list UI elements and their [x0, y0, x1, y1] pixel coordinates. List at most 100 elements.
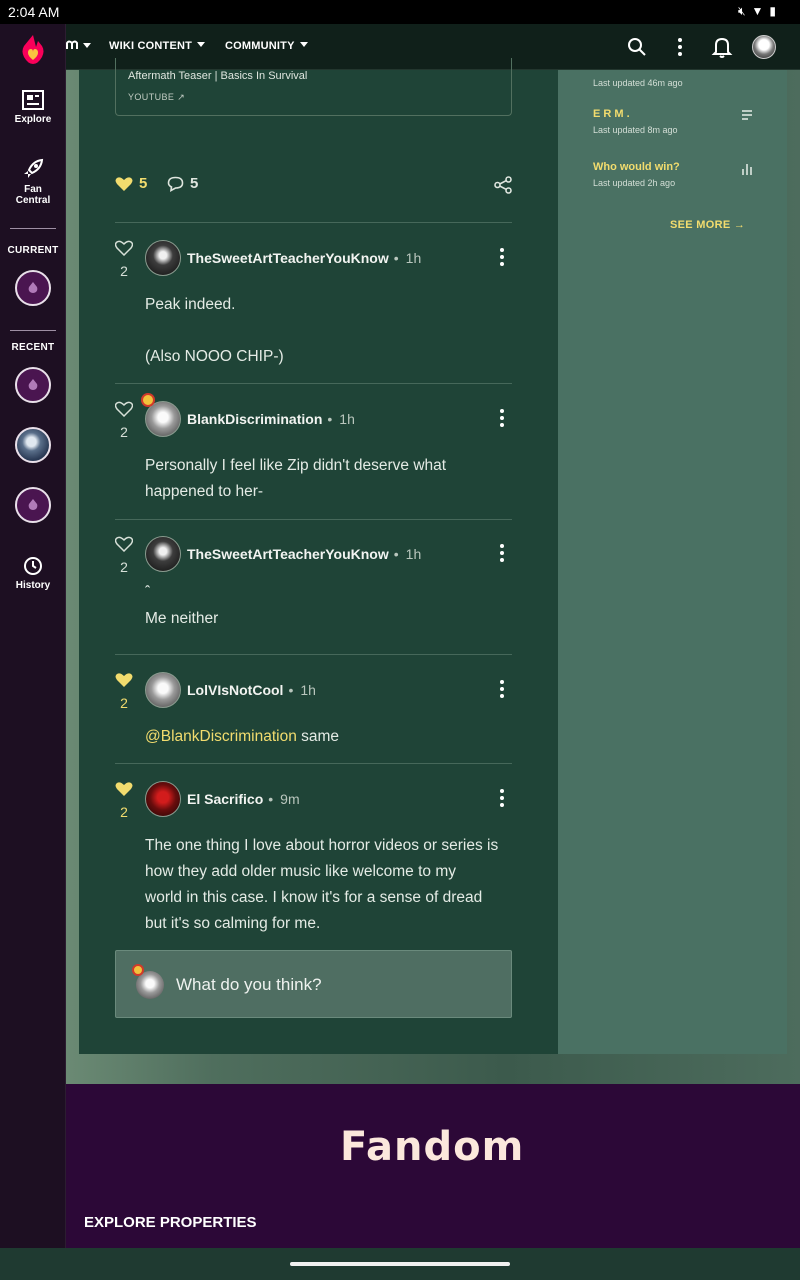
- commenter-name[interactable]: TheSweetArtTeacherYouKnow • 1h: [187, 546, 421, 562]
- comment-more-icon[interactable]: [500, 544, 504, 562]
- system-nav-bar: [0, 1248, 800, 1280]
- embed-title: Aftermath Teaser | Basics In Survival: [128, 70, 308, 82]
- explore-nav-item[interactable]: Explore: [0, 90, 66, 125]
- comment-like[interactable]: 2: [114, 401, 134, 440]
- comment-time: 1h: [300, 682, 316, 698]
- commenter-avatar[interactable]: [145, 240, 181, 276]
- comment-input-placeholder[interactable]: What do you think?: [176, 975, 322, 995]
- commenter-username[interactable]: BlankDiscrimination: [187, 411, 322, 427]
- commenter-name[interactable]: TheSweetArtTeacherYouKnow • 1h: [187, 250, 421, 266]
- commenter-avatar[interactable]: [145, 536, 181, 572]
- embed-source[interactable]: YOUTUBE ↗: [128, 92, 185, 103]
- history-nav-item[interactable]: History: [0, 556, 66, 591]
- heart-outline-icon: [114, 536, 134, 553]
- commenter-name[interactable]: El Sacrifico • 9m: [187, 791, 300, 807]
- comment-text: Peak indeed.: [145, 296, 236, 313]
- comment-text: ˆ: [145, 584, 151, 601]
- commenter-avatar[interactable]: [145, 672, 181, 708]
- comment-bubble-icon[interactable]: [167, 176, 184, 192]
- fan-central-label-1: Fan: [24, 184, 42, 195]
- commenter-name[interactable]: BlankDiscrimination • 1h: [187, 411, 355, 427]
- poll-icon: [742, 164, 752, 175]
- comment-time: 9m: [280, 791, 300, 807]
- comment-count: 5: [190, 175, 199, 192]
- text-post-icon: [742, 110, 752, 120]
- user-mention-link[interactable]: @BlankDiscrimination: [145, 728, 297, 745]
- comment-text: The one thing I love about horror videos…: [145, 837, 499, 854]
- commenter-username[interactable]: TheSweetArtTeacherYouKnow: [187, 546, 389, 562]
- heart-outline-icon: [114, 240, 134, 257]
- search-icon[interactable]: [626, 36, 648, 58]
- discussion-entry[interactable]: E R M . Last updated 8m ago: [593, 108, 763, 135]
- rail-divider: [10, 228, 56, 229]
- comment-more-icon[interactable]: [500, 248, 504, 266]
- wifi-icon: ▼: [751, 4, 764, 18]
- discussion-entry[interactable]: Who would win? Last updated 2h ago: [593, 161, 763, 188]
- wiki-icon: [66, 40, 78, 49]
- comment-time: 1h: [339, 411, 355, 427]
- comment-more-icon[interactable]: [500, 680, 504, 698]
- rail-divider: [10, 330, 56, 331]
- discussion-title[interactable]: E R M .: [593, 108, 763, 120]
- comment-like[interactable]: 2: [114, 240, 134, 279]
- comment-body: Personally I feel like Zip didn't deserv…: [145, 453, 515, 505]
- current-wiki-avatar[interactable]: [15, 270, 51, 306]
- comment-like[interactable]: 2: [115, 781, 133, 820]
- user-badge-icon: [141, 393, 155, 407]
- comment-text: same: [296, 728, 340, 745]
- share-icon[interactable]: [494, 176, 512, 194]
- comment-more-icon[interactable]: [500, 409, 504, 427]
- comment-more-icon[interactable]: [500, 789, 504, 807]
- wiki-content-menu[interactable]: WIKI CONTENT: [109, 40, 206, 52]
- divider: [115, 222, 512, 223]
- video-embed-card[interactable]: Aftermath Teaser | Basics In Survival YO…: [115, 58, 512, 116]
- fandom-footer-logo[interactable]: Fandom: [340, 1124, 524, 1170]
- community-label: COMMUNITY: [225, 40, 295, 52]
- recent-wiki-avatar-1[interactable]: [15, 367, 51, 403]
- comment-text: Me neither: [145, 610, 219, 627]
- recent-wiki-avatar-3[interactable]: [15, 487, 51, 523]
- more-options-icon[interactable]: [669, 36, 691, 58]
- like-count: 5: [139, 175, 148, 192]
- commenter-username[interactable]: El Sacrifico: [187, 791, 263, 807]
- history-label: History: [15, 580, 51, 591]
- home-gesture-bar[interactable]: [290, 1262, 510, 1266]
- comment-time: 1h: [405, 250, 422, 266]
- fan-central-label-2: Central: [15, 195, 51, 206]
- fan-central-nav-item[interactable]: Fan Central: [0, 158, 66, 206]
- see-more-link[interactable]: SEE MORE →: [670, 219, 745, 231]
- fandom-logo-icon[interactable]: [15, 32, 51, 68]
- heart-filled-icon[interactable]: [115, 176, 133, 192]
- recent-wiki-avatar-2[interactable]: [15, 427, 51, 463]
- comment-like[interactable]: 2: [114, 536, 134, 575]
- commenter-username[interactable]: LolVIsNotCool: [187, 682, 283, 698]
- discussion-meta: Last updated 46m ago: [593, 78, 683, 88]
- status-icons: 🔇︎ ▼ ▮: [738, 4, 776, 19]
- wiki-content-label: WIKI CONTENT: [109, 40, 193, 52]
- comment-body: @BlankDiscrimination same: [145, 724, 515, 750]
- user-badge-icon: [132, 964, 144, 976]
- wiki-home-menu[interactable]: [66, 40, 91, 53]
- divider: [115, 654, 512, 655]
- discussion-meta: Last updated 8m ago: [593, 125, 678, 135]
- commenter-username[interactable]: TheSweetArtTeacherYouKnow: [187, 250, 389, 266]
- comment-like[interactable]: 2: [115, 672, 133, 711]
- flame-icon: [28, 499, 38, 510]
- newspaper-icon: [22, 90, 44, 110]
- comment-composer[interactable]: What do you think?: [115, 950, 512, 1018]
- rocket-icon: [24, 158, 44, 178]
- discussion-meta: Last updated 2h ago: [593, 178, 676, 188]
- comment-text: world in this case. I know it's for a se…: [145, 889, 483, 906]
- mute-icon: 🔇︎: [737, 4, 746, 18]
- commenter-avatar[interactable]: [145, 781, 181, 817]
- commenter-name[interactable]: LolVIsNotCool • 1h: [187, 682, 316, 698]
- notifications-bell-icon[interactable]: [711, 36, 733, 58]
- divider: [115, 519, 512, 520]
- discussion-entry[interactable]: Last updated 46m ago: [593, 73, 763, 88]
- discussion-title[interactable]: Who would win?: [593, 161, 763, 173]
- user-avatar[interactable]: [752, 35, 776, 59]
- divider: [115, 763, 512, 764]
- community-menu[interactable]: COMMUNITY: [225, 40, 308, 52]
- side-panel: [558, 70, 787, 1054]
- external-link-icon: ↗: [177, 92, 186, 102]
